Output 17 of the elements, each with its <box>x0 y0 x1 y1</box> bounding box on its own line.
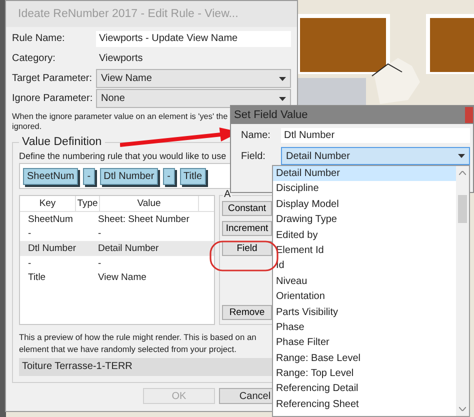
preview-text: This a preview of how the rule might render. This is based on an element that we have randomly selected from your project. <box>19 331 256 355</box>
group-title: Value Definition <box>19 136 105 148</box>
column-header: Type <box>76 196 100 211</box>
window-title: Set Field Value <box>234 109 308 121</box>
window-title: Ideate ReNumber 2017 - Edit Rule - View... <box>18 8 238 20</box>
column-header: Value <box>100 196 199 211</box>
column-header: Key <box>20 196 76 211</box>
group-title: A <box>223 189 232 200</box>
field-label: Target Parameter: <box>12 73 94 84</box>
field-label: Category: <box>12 53 56 64</box>
field-label: Rule Name: <box>12 33 66 44</box>
category-value: Viewports <box>98 53 143 64</box>
hint-text: When the ignore parameter value on an element is 'yes' the ignored. <box>12 112 228 132</box>
instruction-text: Define the numbering rule that you would like to use <box>19 151 226 161</box>
field-label: Field: <box>241 150 266 162</box>
field-label: Name: <box>241 130 272 141</box>
field-label: Ignore Parameter: <box>12 93 94 104</box>
